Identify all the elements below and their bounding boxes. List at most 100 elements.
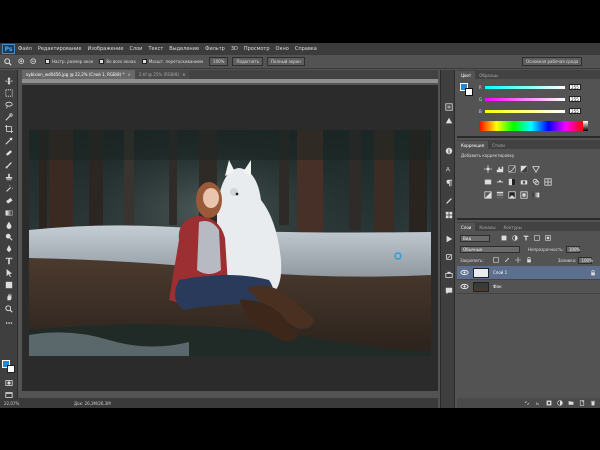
info-panel-icon[interactable] — [444, 146, 453, 155]
slider-g-track[interactable] — [485, 97, 565, 101]
lock-transparency-icon[interactable] — [492, 257, 499, 263]
vibrance-icon[interactable] — [531, 164, 540, 173]
brushes-panel-icon[interactable] — [444, 196, 453, 205]
menu-3d[interactable]: 3D — [231, 46, 238, 52]
blend-mode-select[interactable]: Обычные — [460, 245, 520, 253]
delete-layer-icon[interactable] — [590, 400, 596, 406]
lock-position-icon[interactable] — [514, 257, 521, 263]
zoom-tool-preset-icon[interactable] — [3, 57, 13, 66]
navigator-panel-icon[interactable] — [444, 252, 453, 261]
swatches-panel-icon[interactable] — [444, 210, 453, 219]
filter-adjustment-icon[interactable] — [512, 235, 518, 241]
panel-background-swatch[interactable] — [465, 88, 473, 96]
layer-kind-filter[interactable]: Вид — [460, 234, 490, 242]
actions-panel-icon[interactable] — [444, 234, 453, 243]
photo-filter-icon[interactable] — [519, 177, 528, 186]
clone-stamp-tool-icon[interactable] — [4, 172, 14, 181]
history-panel-icon[interactable] — [444, 102, 453, 111]
fill-screen-button[interactable]: Полный экран — [267, 57, 305, 66]
threshold-icon[interactable] — [507, 190, 516, 199]
resize-windows-checkbox[interactable] — [45, 59, 50, 64]
doc-tab-2[interactable]: 2.tif @ 25% (RGB/8) × — [134, 70, 190, 79]
slider-r-value[interactable]: 255 — [569, 84, 581, 90]
new-group-icon[interactable] — [568, 400, 574, 406]
canvas-area[interactable] — [22, 85, 438, 391]
zoom-in-icon[interactable] — [17, 57, 27, 66]
menu-image[interactable]: Изображение — [87, 46, 123, 52]
move-tool-icon[interactable] — [4, 76, 14, 85]
menu-help[interactable]: Справка — [295, 46, 317, 52]
selective-color-icon[interactable] — [519, 190, 528, 199]
tab-layers[interactable]: Слои — [457, 223, 476, 231]
new-layer-icon[interactable] — [579, 400, 585, 406]
gradient-map-icon[interactable] — [531, 190, 540, 199]
curves-icon[interactable] — [507, 164, 516, 173]
document-image[interactable] — [29, 130, 431, 356]
blur-tool-icon[interactable] — [4, 220, 14, 229]
doc-tab-1[interactable]: xyblxion_wd0456.jpg @ 22,2% (Слой 1, RGB… — [22, 70, 135, 79]
color-spectrum-bw[interactable] — [583, 121, 588, 131]
link-layers-icon[interactable] — [524, 400, 530, 406]
color-balance-icon[interactable] — [495, 177, 504, 186]
filter-smart-icon[interactable] — [545, 235, 551, 241]
layer-row[interactable]: Слой 1 — [457, 266, 600, 280]
layer-mask-icon[interactable] — [546, 400, 552, 406]
document-info[interactable]: Док: 26,3М/26,3М — [74, 401, 111, 406]
tab-paths[interactable]: Контуры — [499, 223, 525, 231]
marquee-tool-icon[interactable] — [4, 88, 14, 97]
zoom-out-icon[interactable] — [29, 57, 39, 66]
tab-styles[interactable]: Стили — [488, 141, 509, 149]
close-icon[interactable]: × — [127, 72, 130, 77]
layer-style-icon[interactable]: fx — [535, 400, 541, 406]
workspace-select[interactable]: Основная рабочая среда — [522, 57, 582, 66]
posterize-icon[interactable] — [495, 190, 504, 199]
tool-presets-panel-icon[interactable] — [444, 270, 453, 279]
menu-file[interactable]: Файл — [18, 46, 32, 52]
opacity-value[interactable]: 100% — [565, 245, 580, 253]
brush-tool-icon[interactable] — [4, 160, 14, 169]
menu-select[interactable]: Выделение — [169, 46, 199, 52]
shape-tool-icon[interactable] — [4, 280, 14, 289]
filter-type-icon[interactable] — [523, 235, 529, 241]
character-panel-icon[interactable]: A — [444, 164, 453, 173]
channel-mixer-icon[interactable] — [531, 177, 540, 186]
menu-filter[interactable]: Фильтр — [205, 46, 225, 52]
layer-name[interactable]: Фон — [493, 284, 502, 289]
history-brush-tool-icon[interactable] — [4, 184, 14, 193]
hue-saturation-icon[interactable] — [483, 177, 492, 186]
quick-mask-icon[interactable] — [4, 378, 14, 387]
all-windows-option[interactable]: Во всех окнах — [99, 59, 136, 64]
new-adjustment-layer-icon[interactable] — [557, 400, 563, 406]
tab-adjustments[interactable]: Коррекция — [457, 141, 488, 149]
crop-tool-icon[interactable] — [4, 124, 14, 133]
slider-r[interactable]: R 255 — [479, 83, 597, 91]
menu-type[interactable]: Текст — [148, 46, 163, 52]
more-tools-icon[interactable] — [4, 318, 14, 327]
color-spectrum[interactable] — [479, 121, 583, 131]
close-icon[interactable]: × — [182, 72, 185, 77]
eraser-tool-icon[interactable] — [4, 196, 14, 205]
fit-screen-button[interactable]: Подогнать — [232, 57, 264, 66]
scrubby-zoom-option[interactable]: Масшт. перетаскиванием — [141, 59, 203, 64]
eye-icon[interactable] — [460, 268, 469, 277]
tab-swatches[interactable]: Образцы — [475, 71, 502, 79]
layer-row[interactable]: Фон — [457, 280, 600, 294]
slider-g-value[interactable]: 255 — [569, 96, 581, 102]
fill-value[interactable]: 100% — [578, 256, 593, 264]
exposure-icon[interactable] — [519, 164, 528, 173]
notes-panel-icon[interactable] — [444, 286, 453, 295]
menu-edit[interactable]: Редактирование — [38, 46, 82, 52]
layer-name[interactable]: Слой 1 — [493, 270, 507, 275]
eye-icon[interactable] — [460, 282, 469, 291]
eyedropper-tool-icon[interactable] — [4, 136, 14, 145]
menu-layers[interactable]: Слои — [129, 46, 142, 52]
type-tool-icon[interactable] — [4, 256, 14, 265]
lasso-tool-icon[interactable] — [4, 100, 14, 109]
healing-brush-tool-icon[interactable] — [4, 148, 14, 157]
filter-shape-icon[interactable] — [534, 235, 540, 241]
path-selection-tool-icon[interactable] — [4, 268, 14, 277]
invert-icon[interactable] — [483, 190, 492, 199]
background-color-swatch[interactable] — [7, 365, 15, 373]
slider-g[interactable]: G 255 — [479, 95, 597, 103]
zoom-100-button[interactable]: 100% — [209, 57, 229, 66]
